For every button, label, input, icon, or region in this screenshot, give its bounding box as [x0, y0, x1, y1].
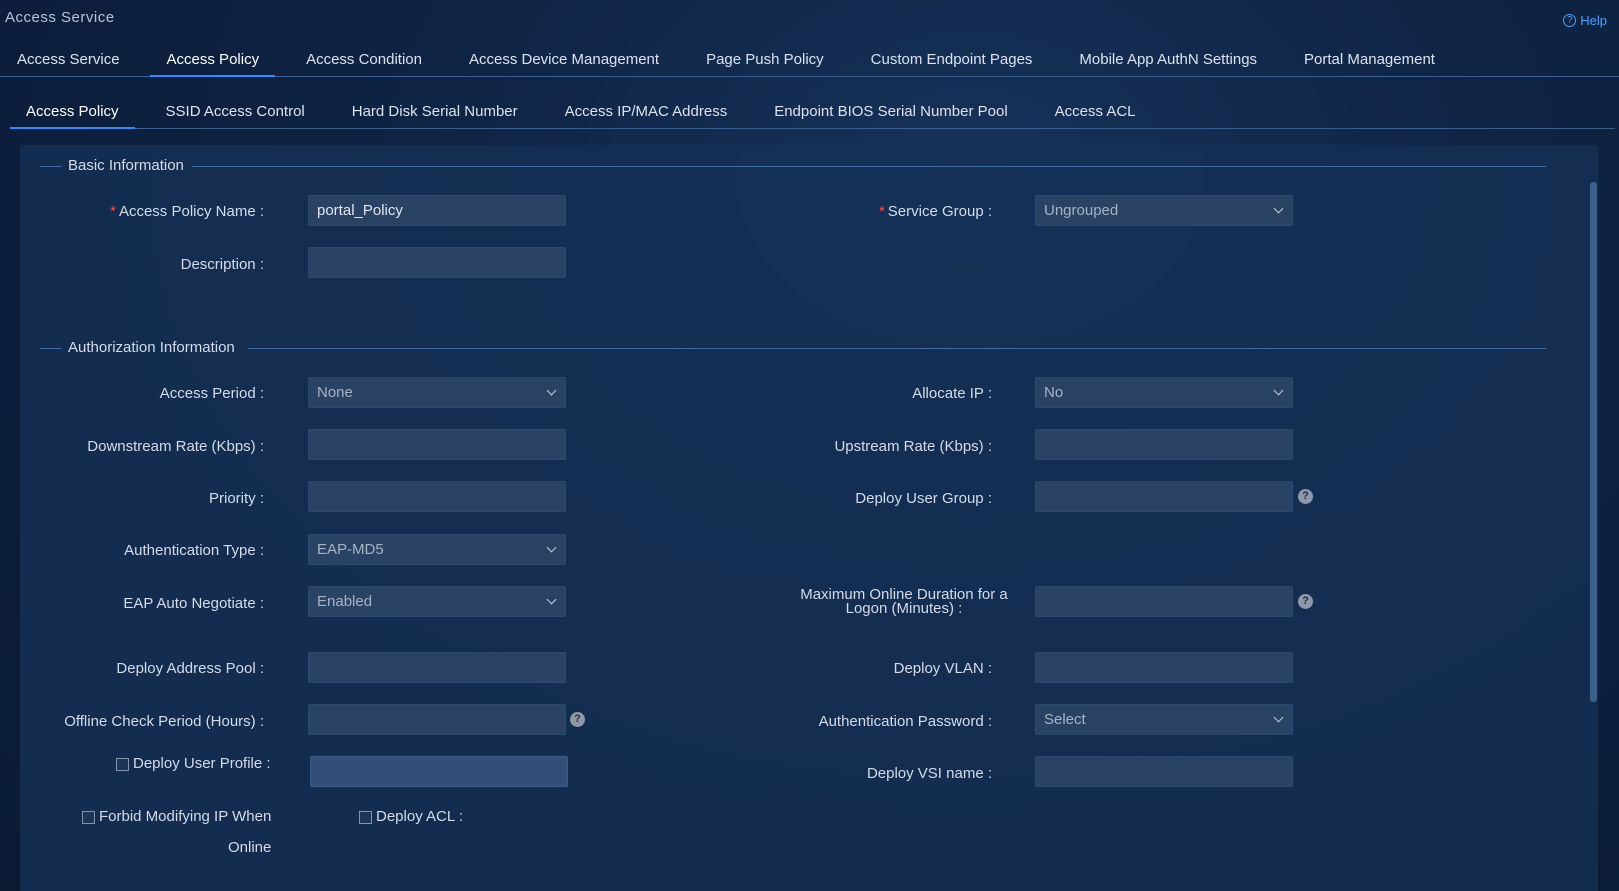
service-group-select[interactable]: Ungrouped [1035, 195, 1293, 226]
tab-portal-management[interactable]: Portal Management [1287, 40, 1451, 77]
allocate-ip-select[interactable]: No [1035, 377, 1293, 408]
tab-access-device-management[interactable]: Access Device Management [452, 40, 675, 77]
auth-password-label: Authentication Password : [818, 713, 992, 730]
downstream-rate-input[interactable] [308, 429, 566, 460]
chevron-down-icon [1273, 385, 1284, 396]
max-online-duration-input[interactable] [1035, 586, 1293, 617]
service-group-label: * Service Group : [878, 203, 992, 220]
chevron-down-icon [546, 594, 557, 605]
auth-type-select[interactable]: EAP-MD5 [308, 534, 566, 565]
chevron-down-icon [546, 385, 557, 396]
required-marker: * [878, 203, 885, 220]
deploy-user-profile-checkbox[interactable] [116, 758, 129, 771]
deploy-user-profile-input[interactable] [310, 756, 568, 787]
offline-check-label: Offline Check Period (Hours) : [64, 713, 264, 730]
auth-password-select[interactable]: Select [1035, 704, 1293, 735]
deploy-vlan-input[interactable] [1035, 652, 1293, 683]
help-circle-icon[interactable]: ? [570, 712, 585, 727]
deploy-vsi-input[interactable] [1035, 756, 1293, 787]
section-divider [192, 166, 1546, 167]
allocate-ip-label: Allocate IP : [912, 385, 992, 402]
subtab-ssid-access-control[interactable]: SSID Access Control [150, 92, 321, 129]
section-divider [40, 166, 62, 167]
deploy-acl-label: Deploy ACL : [376, 808, 463, 825]
tab-access-policy[interactable]: Access Policy [149, 40, 276, 77]
help-circle-icon[interactable]: ? [1298, 594, 1313, 609]
subtab-access-acl[interactable]: Access ACL [1039, 92, 1152, 129]
deploy-address-pool-input[interactable] [308, 652, 566, 683]
deploy-acl-checkbox[interactable] [359, 811, 372, 824]
upstream-rate-input[interactable] [1035, 429, 1293, 460]
deploy-vlan-label: Deploy VLAN : [893, 660, 992, 677]
deploy-vsi-label: Deploy VSI name : [866, 765, 992, 782]
scrollbar-thumb[interactable] [1590, 182, 1597, 702]
tab-access-service[interactable]: Access Service [0, 40, 136, 77]
deploy-user-profile-label: Deploy User Profile : [133, 755, 271, 772]
subtab-hard-disk-serial-number[interactable]: Hard Disk Serial Number [336, 92, 534, 129]
required-marker: * [110, 203, 116, 220]
offline-check-input[interactable] [308, 704, 566, 735]
section-divider [248, 348, 1546, 349]
top-tab-bar: Access Service Access Policy Access Cond… [0, 40, 1619, 77]
access-period-label: Access Period : [159, 385, 264, 402]
subtab-endpoint-bios-serial-number-pool[interactable]: Endpoint BIOS Serial Number Pool [758, 92, 1023, 129]
subtab-access-policy[interactable]: Access Policy [10, 92, 135, 129]
scrollbar[interactable] [1589, 145, 1598, 891]
subtab-access-ip-mac-address[interactable]: Access IP/MAC Address [549, 92, 744, 129]
priority-input[interactable] [308, 481, 566, 512]
tab-page-push-policy[interactable]: Page Push Policy [689, 40, 840, 77]
description-label: Description : [180, 256, 264, 273]
app-title: Access Service [5, 9, 115, 26]
policy-name-label: * Access Policy Name : [110, 203, 264, 220]
forbid-modifying-ip-label-line2: Online [228, 839, 272, 856]
auth-info-section: Authorization Information [40, 327, 1546, 356]
deploy-user-group-input[interactable] [1035, 481, 1293, 512]
help-icon: ? [1563, 14, 1577, 27]
chevron-down-icon [546, 542, 557, 553]
eap-auto-negotiate-label: EAP Auto Negotiate : [123, 595, 264, 612]
tab-custom-endpoint-pages[interactable]: Custom Endpoint Pages [854, 40, 1049, 77]
help-circle-icon[interactable]: ? [1298, 489, 1313, 504]
priority-label: Priority : [208, 490, 264, 507]
chevron-down-icon [1273, 203, 1284, 214]
description-input[interactable] [308, 247, 566, 278]
sub-tab-bar: Access Policy SSID Access Control Hard D… [10, 92, 1615, 129]
eap-auto-negotiate-select[interactable]: Enabled [308, 586, 566, 617]
auth-info-title: Authorization Information [68, 339, 235, 356]
deploy-user-group-label: Deploy User Group : [855, 490, 992, 507]
forbid-modifying-ip-label: Forbid Modifying IP When [99, 808, 272, 825]
downstream-rate-label: Downstream Rate (Kbps) : [87, 438, 264, 455]
access-period-select[interactable]: None [308, 377, 566, 408]
help-link[interactable]: ? Help [1563, 13, 1607, 28]
policy-name-input[interactable]: portal_Policy [308, 195, 566, 226]
basic-info-section: Basic Information [40, 145, 1546, 174]
form-panel: Basic Information * Access Policy Name : … [20, 145, 1598, 891]
auth-type-label: Authentication Type : [124, 542, 264, 559]
tab-mobile-app-authn-settings[interactable]: Mobile App AuthN Settings [1062, 40, 1273, 77]
deploy-address-pool-label: Deploy Address Pool : [116, 660, 264, 677]
help-label: Help [1580, 13, 1607, 28]
chevron-down-icon [1273, 712, 1284, 723]
basic-info-title: Basic Information [68, 157, 184, 174]
forbid-modifying-ip-checkbox[interactable] [82, 811, 95, 824]
upstream-rate-label: Upstream Rate (Kbps) : [834, 438, 992, 455]
tab-access-condition[interactable]: Access Condition [289, 40, 438, 77]
section-divider [40, 348, 62, 349]
max-online-duration-label: Maximum Online Duration for a Logon (Min… [800, 586, 1008, 617]
